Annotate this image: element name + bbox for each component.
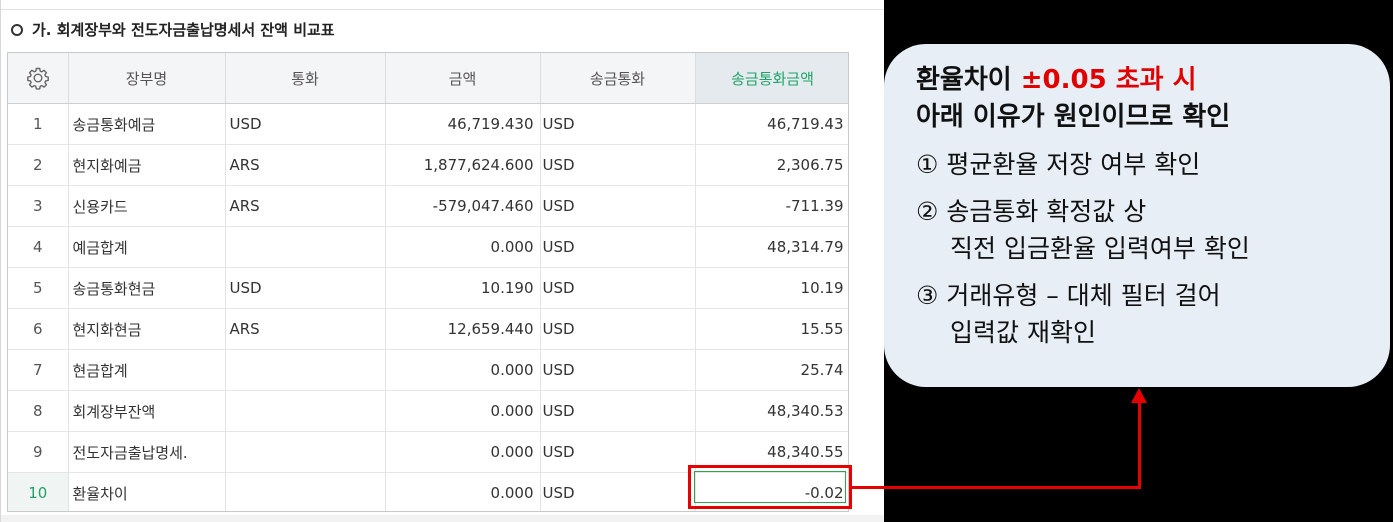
cell-remit-currency[interactable]: USD	[540, 144, 696, 186]
callout-threshold: ±0.05 초과 시	[1020, 65, 1197, 95]
cell-remit-amount[interactable]: 48,314.79	[695, 226, 848, 268]
column-header-amount[interactable]: 금액	[385, 53, 541, 104]
connector-line-horizontal	[851, 486, 1141, 489]
row-number: 1	[8, 103, 69, 145]
cell-amount[interactable]: 0.000	[385, 431, 541, 473]
divider	[1, 9, 885, 10]
cell-amount[interactable]: -579,047.460	[385, 185, 541, 227]
cell-remit-amount[interactable]: -711.39	[695, 185, 848, 227]
cell-remit-amount[interactable]: 48,340.53	[695, 390, 848, 432]
callout-item-2-line2: 직전 입금환율 입력여부 확인	[950, 234, 1250, 263]
cell-remit-currency[interactable]: USD	[540, 226, 696, 268]
arrow-up-icon	[1131, 388, 1147, 403]
cell-currency[interactable]: ARS	[225, 144, 386, 186]
callout-heading-line2: 아래 이유가 원인이므로 확인	[916, 102, 1231, 132]
cell-currency[interactable]: ARS	[225, 308, 386, 350]
connector-line-vertical	[1138, 402, 1141, 489]
column-header-currency[interactable]: 통화	[225, 53, 386, 104]
cell-remit-currency[interactable]: USD	[540, 349, 696, 391]
cell-currency[interactable]	[225, 349, 386, 391]
cell-amount[interactable]: 46,719.430	[385, 103, 541, 145]
cell-book[interactable]: 현지화예금	[68, 144, 226, 186]
section-title-text: 가. 회계장부와 전도자금출납명세서 잔액 비교표	[32, 21, 335, 39]
table-row[interactable]: 7 현금합계 0.000 USD 25.74	[8, 349, 848, 391]
annotation-callout: 환율차이 ±0.05 초과 시 아래 이유가 원인이므로 확인 ① 평균환율 저…	[884, 44, 1390, 387]
balance-table: 장부명 통화 금액 송금통화 송금통화금액 1 송금통화예금 USD 46,71…	[8, 53, 848, 511]
column-header-remit-amount[interactable]: 송금통화금액	[695, 53, 848, 104]
row-number: 2	[8, 144, 69, 186]
cell-book[interactable]: 회계장부잔액	[68, 390, 226, 432]
cell-remit-currency[interactable]: USD	[540, 390, 696, 432]
table-row[interactable]: 6 현지화현금 ARS 12,659.440 USD 15.55	[8, 308, 848, 350]
cell-amount[interactable]: 0.000	[385, 349, 541, 391]
bottom-strip	[1, 515, 885, 522]
cell-amount[interactable]: 10.190	[385, 267, 541, 309]
row-number: 3	[8, 185, 69, 227]
callout-heading-line1: 환율차이 ±0.05 초과 시	[916, 62, 1390, 99]
cell-amount[interactable]: 0.000	[385, 226, 541, 268]
cell-remit-amount[interactable]: 2,306.75	[695, 144, 848, 186]
table-row[interactable]: 3 신용카드 ARS -579,047.460 USD -711.39	[8, 185, 848, 227]
cell-remit-currency[interactable]: USD	[540, 185, 696, 227]
cell-amount[interactable]: 0.000	[385, 472, 541, 511]
callout-item-1: ① 평균환율 저장 여부 확인	[916, 150, 1201, 179]
cell-currency[interactable]	[225, 226, 386, 268]
callout-item-3-line2: 입력값 재확인	[950, 318, 1096, 347]
cell-currency[interactable]: ARS	[225, 185, 386, 227]
cell-book[interactable]: 환율차이	[68, 472, 226, 511]
cell-amount[interactable]: 1,877,624.600	[385, 144, 541, 186]
gear-icon	[26, 67, 49, 90]
row-number: 4	[8, 226, 69, 268]
cell-remit-currency[interactable]: USD	[540, 103, 696, 145]
row-number: 7	[8, 349, 69, 391]
row-number: 9	[8, 431, 69, 473]
cell-book[interactable]: 현지화현금	[68, 308, 226, 350]
selected-cell-outline	[694, 471, 846, 503]
cell-currency[interactable]: USD	[225, 103, 386, 145]
section-title: 가. 회계장부와 전도자금출납명세서 잔액 비교표	[11, 18, 335, 42]
cell-remit-amount[interactable]: 46,719.43	[695, 103, 848, 145]
callout-heading-prefix: 환율차이	[916, 65, 1021, 95]
cell-remit-amount[interactable]: 25.74	[695, 349, 848, 391]
table-row[interactable]: 1 송금통화예금 USD 46,719.430 USD 46,719.43	[8, 103, 848, 145]
cell-currency[interactable]	[225, 472, 386, 511]
cell-book[interactable]: 현금합계	[68, 349, 226, 391]
cell-remit-currency[interactable]: USD	[540, 267, 696, 309]
cell-book[interactable]: 송금통화현금	[68, 267, 226, 309]
cell-book[interactable]: 송금통화예금	[68, 103, 226, 145]
column-header-remit-currency[interactable]: 송금통화	[540, 53, 696, 104]
cell-amount[interactable]: 12,659.440	[385, 308, 541, 350]
table-row[interactable]: 5 송금통화현금 USD 10.190 USD 10.19	[8, 267, 848, 309]
table-row[interactable]: 2 현지화예금 ARS 1,877,624.600 USD 2,306.75	[8, 144, 848, 186]
cell-remit-amount[interactable]: 10.19	[695, 267, 848, 309]
cell-book[interactable]: 전도자금출납명세.	[68, 431, 226, 473]
cell-amount[interactable]: 0.000	[385, 390, 541, 432]
circle-bullet-icon	[11, 24, 23, 36]
balance-grid: 장부명 통화 금액 송금통화 송금통화금액 1 송금통화예금 USD 46,71…	[7, 52, 849, 512]
row-number: 6	[8, 308, 69, 350]
header-row: 장부명 통화 금액 송금통화 송금통화금액	[8, 53, 848, 104]
cell-remit-currency[interactable]: USD	[540, 472, 696, 511]
cell-book[interactable]: 신용카드	[68, 185, 226, 227]
row-number: 8	[8, 390, 69, 432]
cell-currency[interactable]: USD	[225, 267, 386, 309]
row-number: 10	[8, 472, 69, 511]
highlight-box	[688, 465, 852, 509]
callout-item-3-line1: ③ 거래유형 – 대체 필터 걸어	[916, 281, 1221, 310]
cell-currency[interactable]	[225, 431, 386, 473]
balance-comparison-panel: 가. 회계장부와 전도자금출납명세서 잔액 비교표 장부명 통화 금액 송금통화…	[0, 0, 885, 522]
cell-book[interactable]: 예금합계	[68, 226, 226, 268]
table-row[interactable]: 4 예금합계 0.000 USD 48,314.79	[8, 226, 848, 268]
cell-currency[interactable]	[225, 390, 386, 432]
column-header-book[interactable]: 장부명	[68, 53, 226, 104]
grid-settings-button[interactable]	[8, 53, 69, 104]
callout-item-2-line1: ② 송금통화 확정값 상	[916, 197, 1147, 226]
cell-remit-amount[interactable]: 15.55	[695, 308, 848, 350]
table-row[interactable]: 8 회계장부잔액 0.000 USD 48,340.53	[8, 390, 848, 432]
cell-remit-currency[interactable]: USD	[540, 431, 696, 473]
cell-remit-currency[interactable]: USD	[540, 308, 696, 350]
row-number: 5	[8, 267, 69, 309]
